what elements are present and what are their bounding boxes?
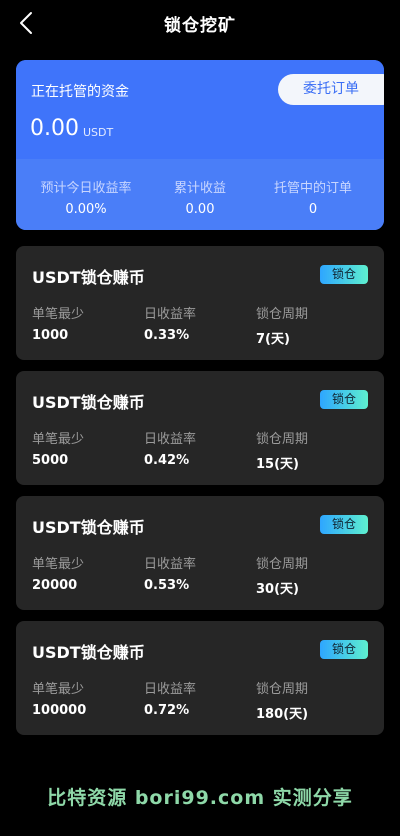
- field-value: 0.72%: [144, 703, 190, 718]
- daily-rate-field: 日收益率 0.72%: [144, 678, 196, 718]
- field-value: 0.53%: [144, 578, 190, 593]
- product-title: USDT锁仓赚币: [32, 518, 145, 537]
- stat-expected-daily-rate: 预计今日收益率 0.00%: [26, 177, 146, 217]
- field-label: 单笔最少: [32, 307, 85, 322]
- field-label: 锁仓周期: [256, 432, 309, 447]
- min-amount-field: 单笔最少 100000: [32, 678, 86, 718]
- field-label: 日收益率: [144, 682, 197, 697]
- field-value: 100000: [32, 703, 87, 718]
- field-value: 30(天): [256, 582, 299, 597]
- custody-amount: 0.00: [30, 116, 79, 141]
- min-amount-field: 单笔最少 5000: [32, 428, 84, 468]
- custody-unit: USDT: [83, 126, 114, 139]
- stat-value: 0.00: [185, 202, 215, 217]
- stat-value: 0: [308, 202, 318, 217]
- field-label: 单笔最少: [32, 432, 85, 447]
- stat-orders-in-custody: 托管中的订单 0: [253, 177, 373, 217]
- field-label: 锁仓周期: [256, 682, 309, 697]
- lock-period-field: 锁仓周期 15(天): [256, 428, 308, 472]
- min-amount-field: 单笔最少 1000: [32, 303, 84, 343]
- field-label: 单笔最少: [32, 682, 85, 697]
- product-title: USDT锁仓赚币: [32, 268, 145, 287]
- field-label: 单笔最少: [32, 557, 85, 572]
- product-card[interactable]: USDT锁仓赚币 锁仓 单笔最少 100000 日收益率 0.72% 锁仓周期 …: [16, 621, 384, 735]
- field-value: 20000: [32, 578, 78, 593]
- lock-tag-button[interactable]: 锁仓: [320, 265, 368, 284]
- product-card[interactable]: USDT锁仓赚币 锁仓 单笔最少 5000 日收益率 0.42% 锁仓周期 15…: [16, 371, 384, 485]
- daily-rate-field: 日收益率 0.33%: [144, 303, 196, 343]
- product-title: USDT锁仓赚币: [32, 643, 145, 662]
- product-title: USDT锁仓赚币: [32, 393, 145, 412]
- stat-label: 预计今日收益率: [40, 181, 132, 196]
- field-value: 0.42%: [144, 453, 190, 468]
- watermark-text: 比特资源 bori99.com 实测分享: [47, 787, 353, 809]
- field-label: 锁仓周期: [256, 557, 309, 572]
- lock-tag-button[interactable]: 锁仓: [320, 390, 368, 409]
- field-value: 180(天): [256, 707, 309, 722]
- field-value: 15(天): [256, 457, 299, 472]
- field-label: 锁仓周期: [256, 307, 309, 322]
- custody-funds-label: 正在托管的资金: [31, 84, 129, 100]
- lock-period-field: 锁仓周期 7(天): [256, 303, 308, 347]
- field-value: 1000: [32, 328, 69, 343]
- custody-summary-card: 正在托管的资金 0.00 USDT 委托订单 预计今日收益率 0.00% 累计收…: [16, 60, 384, 230]
- field-value: 0.33%: [144, 328, 190, 343]
- field-label: 日收益率: [144, 557, 197, 572]
- header-bar: 锁仓挖矿: [0, 0, 400, 46]
- lock-tag-button[interactable]: 锁仓: [320, 640, 368, 659]
- lock-period-field: 锁仓周期 180(天): [256, 678, 308, 722]
- field-value: 5000: [32, 453, 69, 468]
- lock-period-field: 锁仓周期 30(天): [256, 553, 308, 597]
- stat-label: 累计收益: [173, 181, 226, 196]
- page-title: 锁仓挖矿: [164, 16, 236, 36]
- field-label: 日收益率: [144, 432, 197, 447]
- product-card[interactable]: USDT锁仓赚币 锁仓 单笔最少 20000 日收益率 0.53% 锁仓周期 3…: [16, 496, 384, 610]
- entrust-orders-button[interactable]: 委托订单: [278, 74, 384, 105]
- stat-label: 托管中的订单: [273, 181, 352, 196]
- field-value: 7(天): [256, 332, 290, 347]
- daily-rate-field: 日收益率 0.42%: [144, 428, 196, 468]
- daily-rate-field: 日收益率 0.53%: [144, 553, 196, 593]
- lock-tag-button[interactable]: 锁仓: [320, 515, 368, 534]
- stat-value: 0.00%: [65, 202, 107, 217]
- product-card[interactable]: USDT锁仓赚币 锁仓 单笔最少 1000 日收益率 0.33% 锁仓周期 7(…: [16, 246, 384, 360]
- stat-total-earnings: 累计收益 0.00: [140, 177, 260, 217]
- min-amount-field: 单笔最少 20000: [32, 553, 84, 593]
- field-label: 日收益率: [144, 307, 197, 322]
